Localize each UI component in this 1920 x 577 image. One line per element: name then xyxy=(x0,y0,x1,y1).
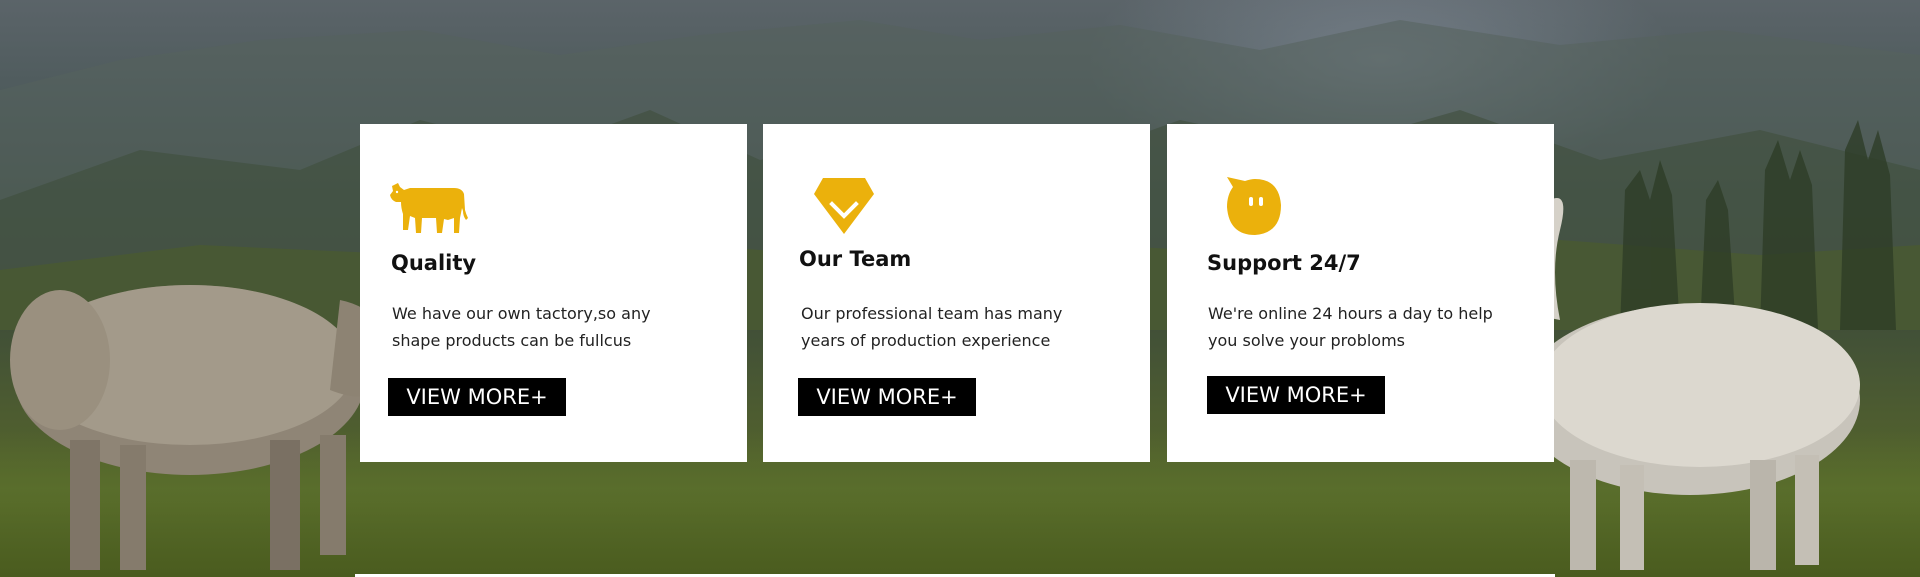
card-title: Support 24/7 xyxy=(1207,251,1361,275)
card-description-line: We have our own tactory,so any xyxy=(392,304,651,323)
chat-bubble-icon xyxy=(1227,177,1281,235)
card-title: Our Team xyxy=(799,247,912,271)
card-title: Quality xyxy=(391,251,477,275)
feature-card-support: Support 24/7 We're online 24 hours a day… xyxy=(1167,124,1554,462)
card-description-line: Our professional team has many xyxy=(801,304,1063,323)
card-description: Our professional team has many years of … xyxy=(801,300,1101,354)
card-description-line: you solve your probloms xyxy=(1208,331,1405,350)
view-more-button[interactable]: VIEW MORE+ xyxy=(1207,376,1385,414)
card-description: We have our own tactory,so any shape pro… xyxy=(392,300,692,354)
features-hero-section: Quality We have our own tactory,so any s… xyxy=(0,0,1920,577)
cow-icon xyxy=(390,183,468,233)
card-description: We're online 24 hours a day to help you … xyxy=(1208,300,1508,354)
feature-card-our-team: Our Team Our professional team has many … xyxy=(763,124,1150,462)
view-more-button[interactable]: VIEW MORE+ xyxy=(798,378,976,416)
card-description-line: shape products can be fullcus xyxy=(392,331,632,350)
diamond-check-icon xyxy=(814,178,874,234)
feature-cards-row: Quality We have our own tactory,so any s… xyxy=(360,124,1555,462)
card-description-line: We're online 24 hours a day to help xyxy=(1208,304,1493,323)
feature-card-quality: Quality We have our own tactory,so any s… xyxy=(360,124,747,462)
card-description-line: years of production experience xyxy=(801,331,1051,350)
view-more-button[interactable]: VIEW MORE+ xyxy=(388,378,566,416)
